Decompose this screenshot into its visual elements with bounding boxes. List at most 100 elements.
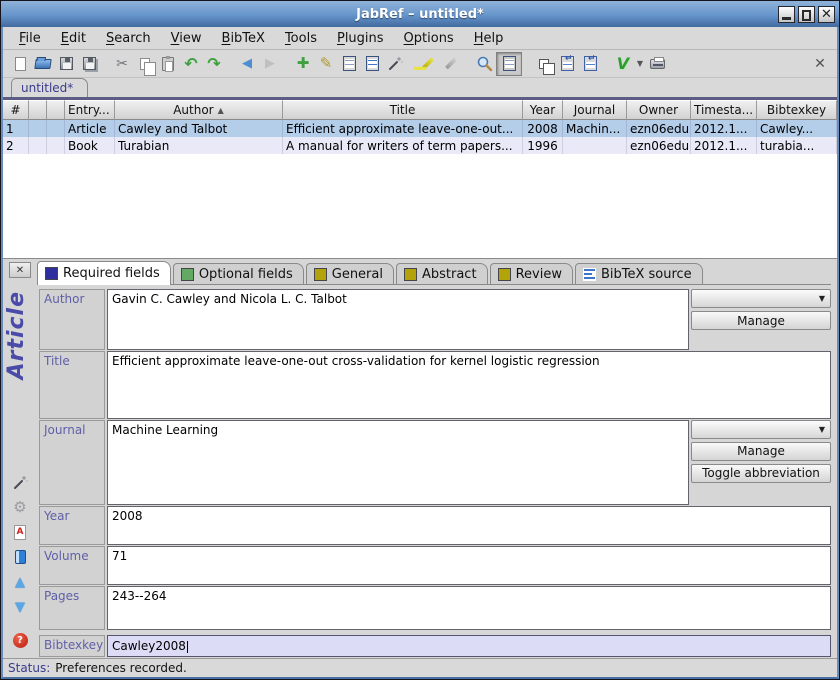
col-header-timestamp[interactable]: Timesta... <box>691 100 757 120</box>
edit-preamble-icon[interactable] <box>338 53 360 75</box>
pages-field[interactable]: 243--264 <box>107 586 831 631</box>
import-into-new-icon[interactable] <box>579 53 601 75</box>
cell-year: 2008 <box>523 120 563 137</box>
journal-manage-button[interactable]: Manage <box>691 442 831 461</box>
volume-field[interactable]: 71 <box>107 546 831 585</box>
col-header-bibtexkey[interactable]: Bibtexkey <box>757 100 837 120</box>
required-fields-icon <box>45 267 58 280</box>
maximize-button[interactable] <box>798 6 815 23</box>
review-icon <box>498 268 511 281</box>
unmark-entries-icon[interactable] <box>440 53 462 75</box>
push-dropdown-icon[interactable]: ▼ <box>635 53 645 75</box>
entry-table: # Entry... Author ▲ Title Year Journal O… <box>3 100 837 258</box>
save-all-icon[interactable] <box>78 53 100 75</box>
menu-view[interactable]: View <box>161 29 212 48</box>
journal-field[interactable]: Machine Learning <box>107 420 689 505</box>
title-field[interactable]: Efficient approximate leave-one-out cros… <box>107 351 831 418</box>
col-header-number[interactable]: # <box>3 100 29 120</box>
toolbar: ✂ ↶ ↷ ◀ ▶ ✚ ✎ <box>3 50 837 78</box>
menu-options[interactable]: Options <box>394 29 464 48</box>
search-icon[interactable] <box>473 53 495 75</box>
col-header-title[interactable]: Title <box>283 100 523 120</box>
author-label: Author <box>39 289 105 350</box>
status-message: Preferences recorded. <box>55 661 187 675</box>
col-header-year[interactable]: Year <box>523 100 563 120</box>
open-database-icon[interactable] <box>32 53 54 75</box>
menu-bibtex[interactable]: BibTeX <box>212 29 275 48</box>
menu-plugins[interactable]: Plugins <box>327 29 394 48</box>
redo-icon[interactable]: ↷ <box>203 53 225 75</box>
cell-number: 2 <box>3 137 29 154</box>
tab-required-fields[interactable]: Required fields <box>37 261 171 285</box>
cell-timestamp: 2012.1... <box>691 120 757 137</box>
author-field[interactable]: Gavin C. Cawley and Nicola L. C. Talbot <box>107 289 689 350</box>
table-empty-area[interactable] <box>3 154 837 258</box>
push-to-application-icon[interactable]: V <box>612 53 634 75</box>
new-entry-icon[interactable]: ✚ <box>292 53 314 75</box>
jabref-window: JabRef – untitled* ✕ File Edit Search Vi… <box>0 0 840 680</box>
menu-help[interactable]: Help <box>464 29 514 48</box>
undo-icon[interactable]: ↶ <box>180 53 202 75</box>
tab-general[interactable]: General <box>306 263 394 284</box>
window-title: JabRef – untitled* <box>1 7 839 22</box>
tab-abstract[interactable]: Abstract <box>396 263 488 284</box>
author-manage-button[interactable]: Manage <box>691 311 831 330</box>
col-header-icon1[interactable] <box>29 100 47 120</box>
duplicate-entry-icon[interactable] <box>533 53 555 75</box>
entry-type-label: Article <box>4 291 29 379</box>
cell-timestamp: 2012.1... <box>691 137 757 154</box>
toggle-abbreviation-button[interactable]: Toggle abbreviation <box>691 464 831 483</box>
journal-names-dropdown[interactable]: ▼ <box>691 420 831 439</box>
next-entry-icon[interactable]: ▼ <box>11 599 29 615</box>
bibtexkey-label: Bibtexkey <box>39 635 105 657</box>
toggle-preview-icon[interactable] <box>496 52 522 76</box>
tab-optional-fields[interactable]: Optional fields <box>173 263 304 284</box>
forward-icon[interactable]: ▶ <box>259 53 281 75</box>
paste-icon[interactable] <box>157 53 179 75</box>
minimize-button[interactable] <box>778 6 795 23</box>
close-pane-icon[interactable]: ✕ <box>809 53 831 75</box>
author-names-dropdown[interactable]: ▼ <box>691 289 831 308</box>
previous-entry-icon[interactable]: ▲ <box>11 574 29 590</box>
pages-label: Pages <box>39 586 105 631</box>
mark-entries-icon[interactable] <box>417 53 439 75</box>
cleanup-wand-icon[interactable] <box>384 53 406 75</box>
abstract-icon <box>404 268 417 281</box>
print-preview-icon[interactable] <box>646 53 668 75</box>
menu-tools[interactable]: Tools <box>275 29 327 48</box>
close-editor-button[interactable]: ✕ <box>9 262 31 278</box>
col-header-author[interactable]: Author ▲ <box>115 100 283 120</box>
database-tab-untitled[interactable]: untitled* <box>11 78 88 97</box>
col-header-journal[interactable]: Journal <box>563 100 627 120</box>
cut-icon[interactable]: ✂ <box>111 53 133 75</box>
edit-entry-icon[interactable]: ✎ <box>315 53 337 75</box>
menu-file[interactable]: File <box>9 29 51 48</box>
copy-icon[interactable] <box>134 53 156 75</box>
open-note-icon[interactable] <box>11 549 29 565</box>
menu-edit[interactable]: Edit <box>51 29 96 48</box>
edit-strings-icon[interactable] <box>361 53 383 75</box>
col-header-entrytype[interactable]: Entry... <box>65 100 115 120</box>
menu-search[interactable]: Search <box>96 29 161 48</box>
new-database-icon[interactable] <box>9 53 31 75</box>
close-button[interactable]: ✕ <box>818 6 835 23</box>
back-icon[interactable]: ◀ <box>236 53 258 75</box>
tab-review[interactable]: Review <box>490 263 573 284</box>
open-pdf-icon[interactable]: A <box>11 524 29 540</box>
tab-bibtex-source[interactable]: BibTeX source <box>575 263 703 284</box>
bibtexkey-field[interactable]: Cawley2008 <box>107 635 831 657</box>
autoset-links-gear-icon[interactable]: ⚙ <box>11 499 29 515</box>
col-header-owner[interactable]: Owner <box>627 100 691 120</box>
import-into-current-icon[interactable] <box>556 53 578 75</box>
cell-icon2 <box>47 120 65 137</box>
chevron-down-icon: ▼ <box>819 425 825 434</box>
title-bar[interactable]: JabRef – untitled* ✕ <box>1 1 839 27</box>
optional-fields-icon <box>181 268 194 281</box>
help-icon[interactable]: ? <box>11 632 29 648</box>
save-database-icon[interactable] <box>55 53 77 75</box>
year-field[interactable]: 2008 <box>107 506 831 545</box>
col-header-icon2[interactable] <box>47 100 65 120</box>
table-row[interactable]: 1 Article Cawley and Talbot Efficient ap… <box>3 120 837 137</box>
generate-key-wand-icon[interactable] <box>11 474 29 490</box>
table-row[interactable]: 2 Book Turabian A manual for writers of … <box>3 137 837 154</box>
